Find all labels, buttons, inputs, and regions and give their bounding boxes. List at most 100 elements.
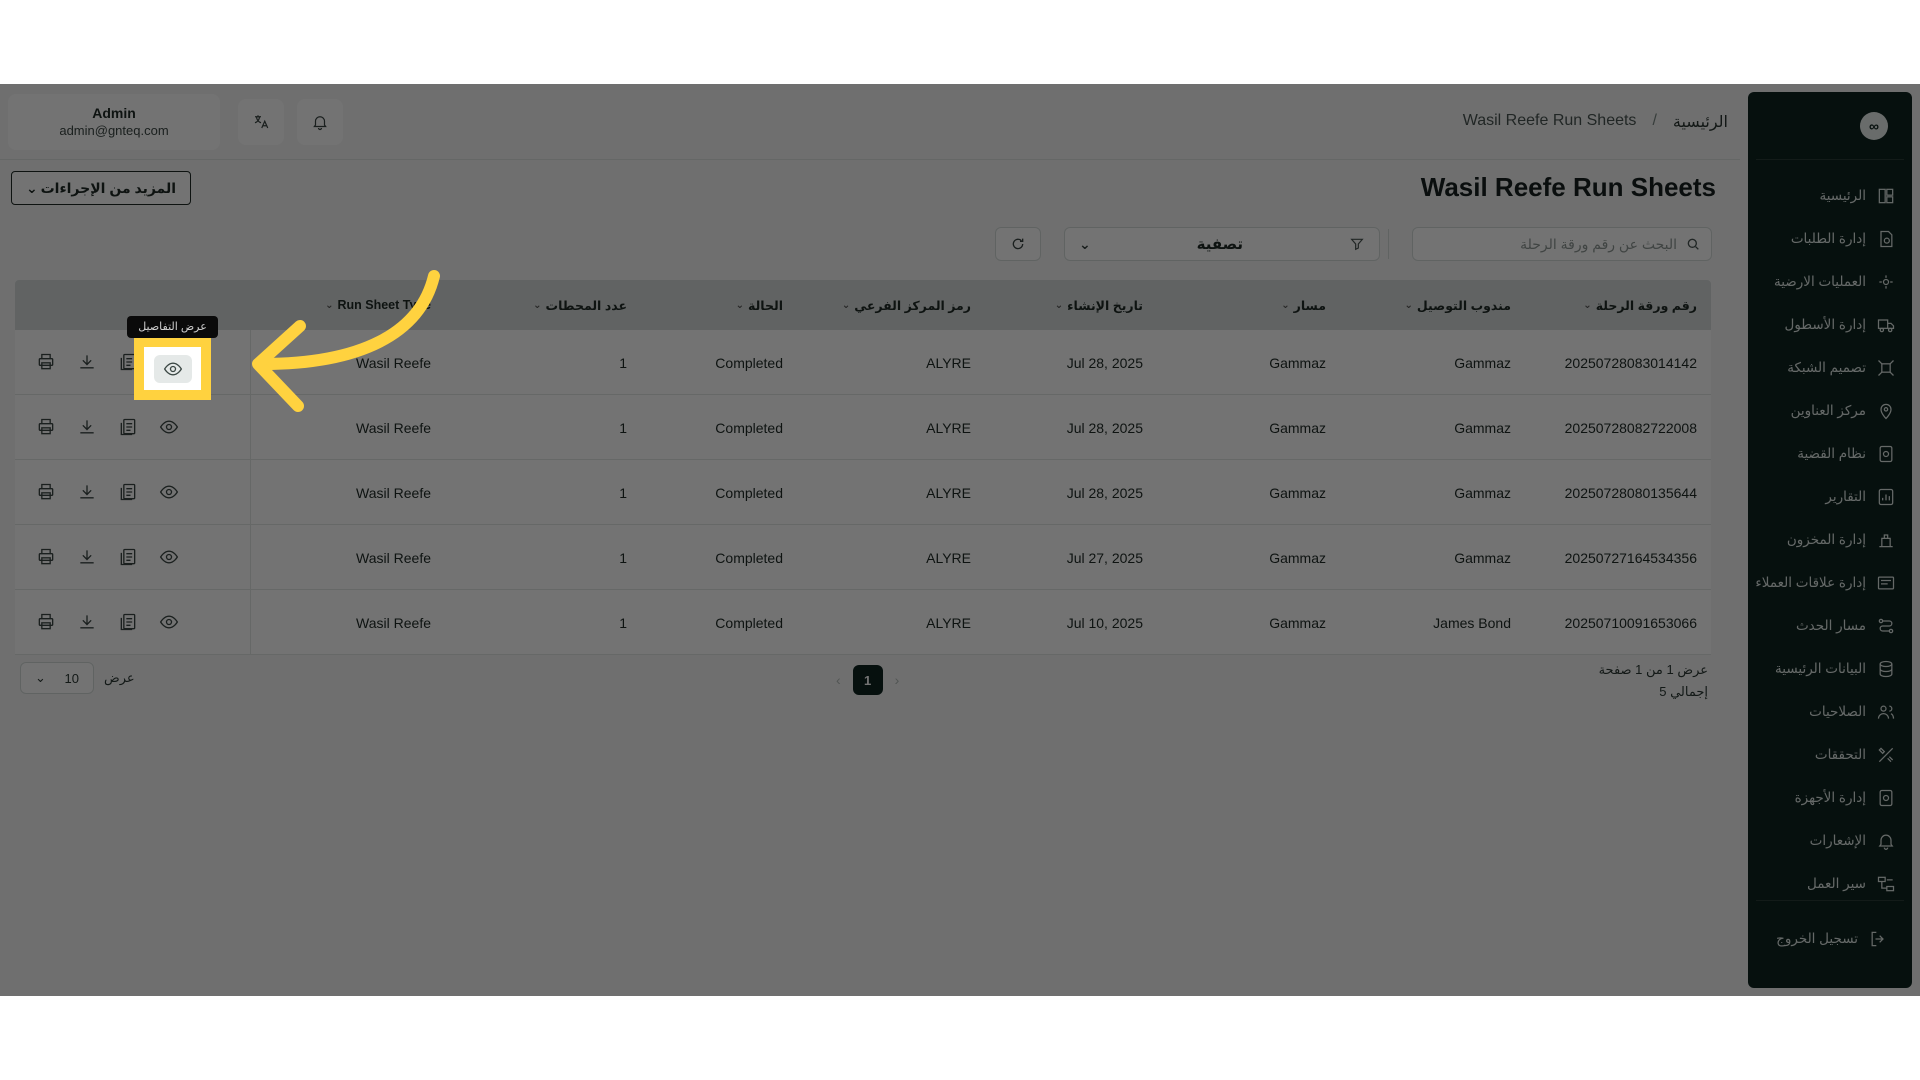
chevron-down-icon: ⌄ — [1583, 300, 1592, 311]
page-number[interactable]: 1 — [852, 665, 883, 695]
route-icon — [1876, 616, 1896, 636]
sidebar-item-reports[interactable]: التقارير — [1748, 475, 1912, 518]
column-header[interactable]: رمز المركز الفرعي ⌄ — [842, 298, 971, 313]
download-button[interactable] — [77, 612, 97, 632]
table-row[interactable]: 20250710091653066 James Bond Gammaz Jul 10,… — [15, 590, 1711, 655]
view-details-button[interactable] — [159, 417, 179, 437]
eye-icon — [159, 547, 179, 567]
more-actions-label: المزيد من الإجراءات — [40, 179, 176, 196]
chevron-down-icon: ⌄ — [1079, 235, 1091, 252]
notifications-button[interactable] — [297, 99, 343, 145]
cell-status: Completed — [715, 550, 783, 566]
sidebar-item-network[interactable]: تصميم الشبكة — [1748, 346, 1912, 389]
sidebar-item-label: التحققات — [1814, 746, 1866, 762]
filter-dropdown[interactable]: ⌄ تصفية — [1064, 227, 1380, 261]
sidebar-item-label: مركز العناوين — [1790, 402, 1866, 418]
sidebar-item-dashboard[interactable]: الرئيسية — [1748, 174, 1912, 217]
download-icon — [77, 612, 97, 632]
cell-route: Gammaz — [1269, 550, 1326, 566]
search-icon — [1685, 236, 1701, 252]
column-header[interactable]: مسار ⌄ — [1281, 298, 1326, 313]
print-button[interactable] — [36, 417, 56, 437]
user-email: admin@gnteq.com — [59, 123, 169, 138]
sidebar-item-database[interactable]: البيانات الرئيسية — [1748, 647, 1912, 690]
more-actions-button[interactable]: المزيد من الإجراءات ⌄ — [11, 171, 191, 205]
download-button[interactable] — [77, 417, 97, 437]
logo-icon[interactable]: ∞ — [1860, 111, 1888, 140]
prev-page-icon[interactable]: ‹ — [836, 672, 841, 688]
print-button[interactable] — [36, 547, 56, 567]
column-header[interactable]: تاريخ الإنشاء ⌄ — [1055, 298, 1143, 313]
column-header[interactable]: مندوب التوصيل ⌄ — [1404, 298, 1511, 313]
sidebar-item-workflow[interactable]: سير العمل — [1748, 862, 1912, 905]
cell-courier: Gammaz — [1454, 550, 1511, 566]
tools-icon — [1876, 745, 1896, 765]
view-details-button[interactable] — [153, 354, 192, 383]
sidebar-item-label: سير العمل — [1807, 875, 1866, 891]
cell-hub: ALYRE — [926, 550, 971, 566]
cell-status: Completed — [715, 485, 783, 501]
column-header[interactable]: رقم ورقة الرحلة ⌄ — [1583, 298, 1697, 313]
view-details-button[interactable] — [159, 612, 179, 632]
cell-stops: 1 — [619, 615, 627, 631]
download-button[interactable] — [77, 352, 97, 372]
sidebar-item-truck[interactable]: إدارة الأسطول — [1748, 303, 1912, 346]
document-button[interactable] — [118, 612, 138, 632]
dashboard-icon — [1876, 186, 1896, 206]
sidebar-item-location[interactable]: مركز العناوين — [1748, 389, 1912, 432]
print-button[interactable] — [36, 482, 56, 502]
cell-hub: ALYRE — [926, 485, 971, 501]
sidebar-item-ground-ops[interactable]: العمليات الارضية — [1748, 260, 1912, 303]
document-button[interactable] — [118, 547, 138, 567]
view-details-button[interactable] — [159, 547, 179, 567]
download-button[interactable] — [77, 482, 97, 502]
print-button[interactable] — [36, 612, 56, 632]
per-page-select[interactable]: 10 ⌄ — [20, 662, 94, 694]
user-menu[interactable]: Admin admin@gnteq.com — [8, 94, 220, 150]
search-input[interactable]: البحث عن رقم ورقة الرحلة — [1412, 227, 1712, 261]
refresh-icon — [1010, 236, 1026, 252]
breadcrumb-home[interactable]: الرئيسية — [1673, 112, 1728, 132]
eye-icon — [163, 359, 183, 379]
download-button[interactable] — [77, 547, 97, 567]
row-actions — [15, 330, 251, 394]
view-details-button-highlighted[interactable] — [144, 347, 201, 390]
view-details-button[interactable] — [159, 482, 179, 502]
truck-icon — [1876, 315, 1896, 335]
logout-icon — [1868, 929, 1888, 949]
sidebar-item-route[interactable]: مسار الحدث — [1748, 604, 1912, 647]
chevron-down-icon: ⌄ — [35, 670, 46, 685]
sidebar-item-case[interactable]: نظام القضية — [1748, 432, 1912, 475]
print-button[interactable] — [36, 352, 56, 372]
translate-button[interactable] — [238, 99, 284, 145]
sidebar-item-inventory[interactable]: إدارة المخزون — [1748, 518, 1912, 561]
sidebar-item-users[interactable]: الصلاحيات — [1748, 690, 1912, 733]
cell-id: 20250728080135644 — [1564, 485, 1697, 501]
sidebar-item-logout[interactable]: تسجيل الخروج — [1756, 917, 1904, 960]
sidebar: ∞ الرئيسية إدارة الطلبات العمليات الارضية إ… — [1748, 92, 1912, 988]
document-button[interactable] — [118, 417, 138, 437]
sidebar-item-crm[interactable]: إدارة علاقات العملاء — [1748, 561, 1912, 604]
sidebar-item-bell[interactable]: الإشعارات — [1748, 819, 1912, 862]
table-row[interactable]: 20250727164534356 Gammaz Gammaz Jul 27, 202… — [15, 525, 1711, 590]
sidebar-item-label: مسار الحدث — [1795, 617, 1866, 633]
document-button[interactable] — [118, 482, 138, 502]
next-page-icon[interactable]: › — [895, 672, 900, 688]
user-name: Admin — [92, 105, 136, 121]
column-header[interactable]: عدد المحطات ⌄ — [533, 298, 627, 313]
sidebar-item-device[interactable]: إدارة الأجهزة — [1748, 776, 1912, 819]
print-icon — [36, 417, 56, 437]
cell-courier: Gammaz — [1454, 355, 1511, 371]
sidebar-item-tools[interactable]: التحققات — [1748, 733, 1912, 776]
column-header[interactable]: الحالة ⌄ — [736, 298, 783, 313]
sidebar-item-orders[interactable]: إدارة الطلبات — [1748, 217, 1912, 260]
eye-icon — [159, 417, 179, 437]
cell-date: Jul 28, 2025 — [1066, 485, 1143, 501]
row-actions — [15, 590, 251, 654]
column-label: مسار — [1293, 299, 1326, 313]
sidebar-item-label: الصلاحيات — [1809, 703, 1866, 719]
refresh-button[interactable] — [995, 227, 1041, 261]
row-actions — [15, 460, 251, 524]
sidebar-item-label: البيانات الرئيسية — [1775, 660, 1866, 676]
sidebar-item-label: التقارير — [1825, 488, 1866, 504]
